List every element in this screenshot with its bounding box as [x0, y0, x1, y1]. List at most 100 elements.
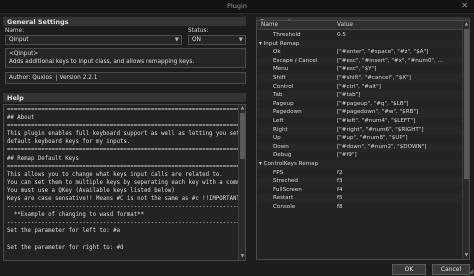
help-line: default keyboard keys for my inputs.	[7, 139, 131, 146]
parameters-scroll-thumb[interactable]	[464, 29, 469, 179]
parameter-name: Menu	[273, 66, 289, 73]
parameters-scrollbar[interactable]: ▲ ▼	[462, 21, 469, 259]
parameter-value: f4	[337, 186, 343, 193]
parameter-row[interactable]: Restart f5	[257, 194, 463, 203]
help-line: **Example of changing to wasd format**	[7, 212, 144, 219]
help-line: You must use a QKey (Available keys list…	[7, 187, 175, 194]
parameter-row[interactable]: Up ["#up", "#num8", "$UP"]	[257, 134, 463, 143]
parameter-value: ["#ctrl", "#alt"]	[337, 83, 381, 90]
parameter-row[interactable]: Left ["#left", "#num4", "$LEFT"]	[257, 117, 463, 126]
parameter-value: 0.5	[337, 32, 346, 38]
ok-button[interactable]: OK	[392, 264, 426, 275]
help-text-area[interactable]: ========================================…	[3, 104, 246, 261]
parameter-row[interactable]: Escape / Cancel ["#esc", "#insert", "#x",…	[257, 56, 463, 66]
parameter-value: ["#down", "#num2", "$DOWN"]	[337, 143, 427, 150]
parameter-name: Down	[273, 143, 289, 150]
parameter-row[interactable]: Control ["#ctrl", "#alt"]	[257, 83, 463, 92]
parameter-value: ["#esc", "$Y"]	[337, 66, 377, 73]
parameter-name: Threshold	[273, 32, 301, 38]
parameter-value: f3	[337, 178, 343, 185]
parameter-group-label: ControlKeys Remap	[263, 161, 319, 167]
parameter-name: FPS	[273, 169, 284, 176]
help-line: Set the parameter for right to: #d	[7, 244, 124, 251]
help-text: ========================================…	[7, 106, 246, 252]
col-value-header: Value	[337, 22, 353, 28]
chevron-down-icon: ▼	[174, 37, 179, 43]
parameter-row[interactable]: Down ["#down", "#num2", "$DOWN"]	[257, 142, 463, 152]
parameter-row[interactable]: Shift ["#shift", "#cancel", "$X"]	[257, 74, 463, 83]
parameter-name: Debug	[273, 152, 292, 159]
parameter-value: ["#up", "#num8", "$UP"]	[337, 135, 408, 142]
parameter-value: ["#shift", "#cancel", "$X"]	[337, 75, 411, 81]
window-titlebar: Plugin ✕	[0, 0, 474, 14]
parameter-row[interactable]: Ok ["#enter", "#space", "#z", "$A"]	[257, 48, 463, 57]
help-line: Set the parameter for left to: #a	[7, 228, 120, 235]
parameter-name: FullScreen	[273, 186, 302, 193]
parameter-name: Ok	[273, 49, 281, 56]
parameter-value: ["#right", "#num6", "$RIGHT"]	[337, 126, 424, 133]
parameter-name: ▾ Input Remap	[259, 40, 335, 49]
chevron-down-icon: ▼	[238, 37, 243, 43]
name-label: Name:	[5, 28, 25, 34]
scroll-up-icon[interactable]: ▲	[239, 105, 245, 112]
help-line: This allows you to change what keys inpu…	[7, 171, 223, 178]
parameter-value: ["#esc", "#insert", "#x", "#num0", ...	[337, 57, 443, 64]
close-icon[interactable]: ✕	[461, 1, 468, 10]
plugin-name-value: QInput	[9, 37, 29, 43]
status-value: ON	[192, 37, 201, 43]
parameter-name: Streched	[273, 178, 298, 185]
parameter-row[interactable]: Menu ["#esc", "$Y"]	[257, 65, 463, 74]
scroll-down-icon[interactable]: ▼	[239, 253, 245, 260]
description-box[interactable]: <QInput> Adds additional keys to Input c…	[5, 48, 246, 68]
parameter-row[interactable]: Pagedown ["#pagedown", "#w", "$RB"]	[257, 108, 463, 117]
parameter-value: f5	[337, 195, 343, 202]
resize-grip-icon[interactable]: ◢	[469, 269, 473, 275]
parameter-value: ["#pagedown", "#w", "$RB"]	[337, 109, 419, 116]
parameters-table-header: Name Value	[257, 21, 463, 30]
parameter-row[interactable]: Right ["#right", "#num6", "$RIGHT"]	[257, 125, 463, 135]
parameter-row[interactable]: Pageup ["#pageup", "#q", "$LB"]	[257, 100, 463, 109]
cancel-button[interactable]: Cancel	[432, 264, 470, 275]
plugin-name-select[interactable]: QInput ▼	[5, 35, 182, 45]
parameter-name: Up	[273, 135, 281, 142]
help-scroll-thumb[interactable]	[240, 113, 245, 159]
help-line: ========================================…	[7, 147, 246, 154]
parameter-name: Console	[273, 204, 296, 210]
parameter-value: f8	[337, 204, 343, 210]
help-line: You can set them to multiple keys by sep…	[7, 179, 246, 186]
help-line	[7, 236, 236, 244]
general-settings-header: General Settings	[3, 17, 246, 26]
parameter-row[interactable]: FPS f2	[257, 169, 463, 178]
parameter-row[interactable]: Streched f3	[257, 177, 463, 186]
window-title: Plugin	[227, 2, 247, 10]
parameter-group-label: Input Remap	[263, 40, 300, 47]
parameter-name: Escape / Cancel	[273, 57, 318, 64]
parameter-group-row[interactable]: ▾ ControlKeys Remap	[257, 160, 463, 169]
parameter-name: Shift	[273, 75, 286, 81]
status-select[interactable]: ON ▼	[188, 35, 246, 45]
scroll-down-icon[interactable]: ▼	[463, 252, 469, 259]
parameter-row[interactable]: Debug ["#f9"]	[257, 151, 463, 160]
parameter-row[interactable]: Threshold 0.5	[257, 31, 463, 40]
parameter-name: Left	[273, 118, 284, 124]
scroll-up-icon[interactable]: ▲	[463, 21, 469, 28]
parameter-name: ▾ ControlKeys Remap	[259, 160, 335, 169]
parameter-name: Restart	[273, 195, 294, 202]
parameter-name: Pagedown	[273, 109, 302, 116]
parameter-row[interactable]: FullScreen f4	[257, 186, 463, 195]
help-line: ----------------------------------------…	[7, 220, 246, 227]
parameter-name: Tab	[273, 92, 283, 99]
help-line: ## About	[7, 115, 35, 122]
col-name-header: Name	[261, 22, 279, 28]
parameters-panel[interactable]: Name Value Threshold 0.5 ▾ Input Remap Ok ["…	[256, 20, 470, 260]
author-box: Author: Quxios | Version 2.2.1	[5, 72, 246, 84]
help-line: ========================================…	[7, 123, 246, 130]
help-line: ========================================…	[7, 163, 246, 170]
help-line: ## Remap Default Keys	[7, 155, 79, 162]
parameter-row[interactable]: Console f8	[257, 203, 463, 212]
parameter-group-row[interactable]: ▾ Input Remap	[257, 39, 463, 49]
parameter-row[interactable]: Tab ["#tab"]	[257, 91, 463, 100]
parameter-value: ["#f9"]	[337, 152, 357, 159]
help-scrollbar[interactable]: ▲ ▼	[238, 105, 245, 260]
parameter-name: Right	[273, 126, 288, 133]
